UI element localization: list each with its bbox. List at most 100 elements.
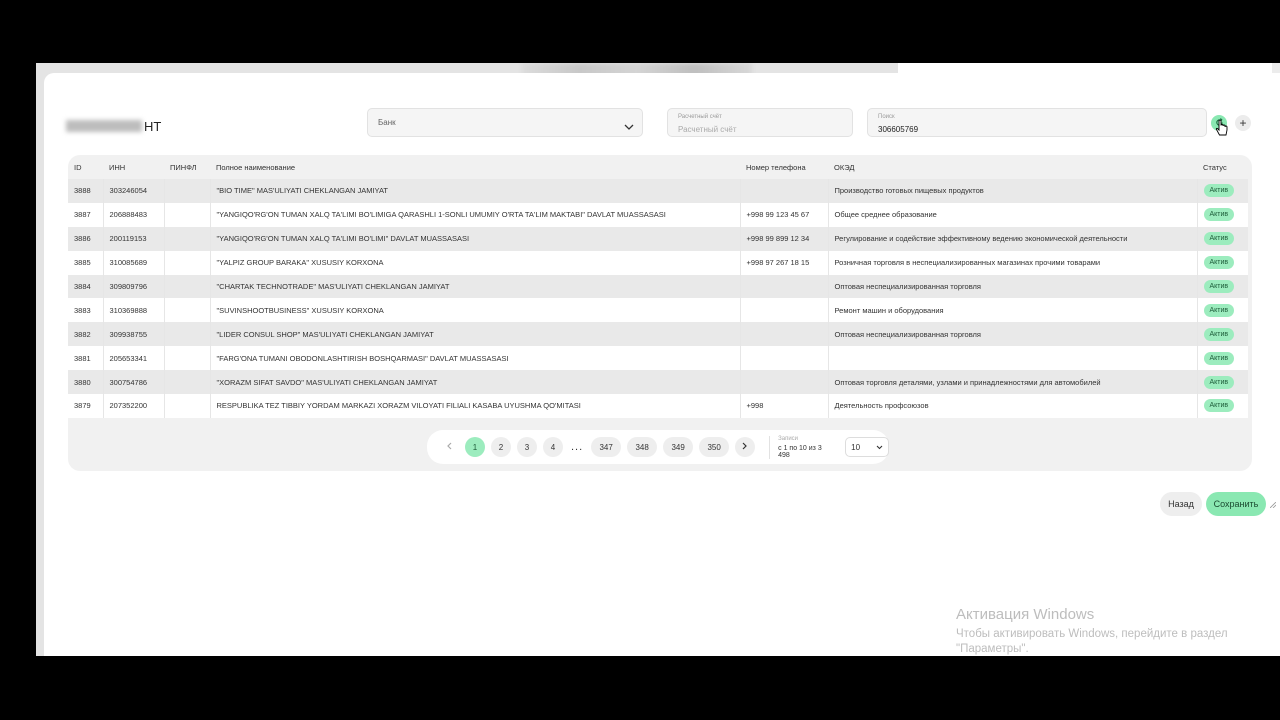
search-input[interactable]: Поиск 306605769 (867, 108, 1207, 137)
cell-inn: 310085689 (102, 250, 164, 275)
page-content: НТ Банк Расчетный счёт Расчетный счёт По… (44, 73, 1280, 656)
cell-phone: +998 (739, 394, 828, 418)
table-row[interactable]: 3879 207352200 RESPUBLIKA TEZ TIBBIY YORDA… (68, 394, 1248, 418)
page-button[interactable]: 348 (627, 437, 658, 457)
cell-pinfl (163, 322, 210, 347)
column-header-name[interactable]: Полное наименование (210, 155, 740, 179)
cell-status: Актив (1196, 274, 1248, 299)
page-button[interactable]: 2 (490, 437, 511, 457)
bank-select[interactable]: Банк (367, 108, 643, 137)
status-badge: Актив (1203, 280, 1235, 293)
cell-oked: Ремонт машин и оборудования (827, 298, 1197, 323)
cell-phone: +998 97 267 18 15 (739, 250, 828, 275)
cell-pinfl (163, 226, 210, 251)
cell-name: RESPUBLIKA TEZ TIBBIY YORDAM MARKAZI XOR… (209, 394, 740, 418)
page-button[interactable]: 350 (699, 437, 730, 457)
cell-oked: Оптовая торговля деталями, узлами и прин… (827, 370, 1197, 395)
cell-pinfl (163, 179, 210, 203)
page-button[interactable]: 1 (464, 437, 485, 457)
cell-phone: +998 99 123 45 67 (739, 202, 828, 227)
plus-icon: + (1239, 116, 1247, 130)
cell-status: Актив (1196, 346, 1248, 371)
bank-select-placeholder: Банк (378, 118, 396, 127)
cell-pinfl (163, 298, 210, 323)
cell-inn: 206888483 (102, 202, 164, 227)
cell-phone: +998 99 899 12 34 (739, 226, 828, 251)
status-badge: Актив (1203, 232, 1235, 246)
cell-name: "BIO TIME" MAS'ULIYATI CHEKLANGAN JAMIYA… (209, 179, 740, 203)
column-header-id[interactable]: ID (68, 155, 103, 179)
cell-phone (739, 322, 828, 347)
companies-table: ID ИНН ПИНФЛ Полное наименование Номер т… (68, 155, 1248, 418)
cell-name: "XORAZM SIFAT SAVDO" MAS'ULIYATI CHEKLAN… (209, 370, 740, 395)
resize-handle-icon[interactable] (1269, 495, 1277, 513)
cell-phone (739, 274, 828, 299)
page-button[interactable]: 347 (591, 437, 622, 457)
cell-name: "YANGIQO'RG'ON TUMAN XALQ TA'LIMI BO'LIM… (209, 226, 740, 251)
table-row[interactable]: 3886 200119153 "YANGIQO'RG'ON TUMAN XALQ T… (68, 226, 1248, 251)
cell-id: 3882 (68, 322, 103, 347)
status-badge: Актив (1203, 375, 1235, 389)
table-row[interactable]: 3883 310369888 "SUVINSHOOTBUSINESS" XUSUSI… (68, 298, 1248, 323)
status-badge: Актив (1203, 399, 1235, 413)
page-title-suffix: НТ (144, 118, 162, 134)
cell-oked: Оптовая неспециализированная торговля (827, 274, 1197, 299)
account-input[interactable]: Расчетный счёт Расчетный счёт (667, 108, 853, 137)
windows-activation-text: Чтобы активировать Windows, перейдите в … (956, 628, 1228, 655)
cell-name: "LIDER CONSUL SHOP" MAS'ULIYATI CHEKLANG… (209, 322, 740, 347)
cell-inn: 205653341 (102, 346, 164, 371)
column-header-inn[interactable]: ИНН (103, 155, 164, 179)
cell-status: Актив (1196, 202, 1248, 227)
column-header-pinfl[interactable]: ПИНФЛ (164, 155, 210, 179)
cell-inn: 207352200 (102, 394, 164, 418)
cell-inn: 310369888 (102, 298, 164, 323)
cell-name: "SUVINSHOOTBUSINESS" XUSUSIY KORXONA (209, 298, 740, 323)
status-badge: Актив (1203, 184, 1235, 198)
page-button[interactable]: 3 (516, 437, 537, 457)
search-input-label: Поиск (878, 114, 895, 120)
pagination-ellipsis: ... (570, 441, 584, 453)
table-card: ID ИНН ПИНФЛ Полное наименование Номер т… (68, 155, 1277, 509)
add-button[interactable]: + (1235, 115, 1251, 131)
column-header-status[interactable]: Статус (1197, 155, 1248, 179)
page-size-select[interactable]: 10 (845, 437, 889, 457)
status-badge: Актив (1203, 256, 1235, 270)
table-row[interactable]: 3881 205653341 "FARG'ONA TUMANI OBODONLASH… (68, 346, 1248, 371)
cell-id: 3885 (68, 250, 103, 275)
cell-status: Актив (1196, 226, 1248, 251)
cell-id: 3888 (68, 179, 103, 203)
status-badge: Актив (1203, 208, 1235, 222)
next-page-button[interactable] (735, 437, 756, 457)
save-button[interactable]: Сохранить (1206, 492, 1266, 516)
cell-id: 3887 (68, 202, 103, 227)
cell-name: "CHARTAK TECHNOTRADE" MAS'ULIYATI CHEKLA… (209, 274, 740, 299)
cell-status: Актив (1196, 394, 1248, 418)
status-badge: Актив (1203, 327, 1235, 341)
cell-oked: Розничная торговля в неспециализированны… (827, 250, 1197, 275)
table-header-row: ID ИНН ПИНФЛ Полное наименование Номер т… (68, 155, 1248, 179)
column-header-phone[interactable]: Номер телефона (740, 155, 828, 179)
cell-phone (739, 370, 828, 395)
table-row[interactable]: 3888 303246054 "BIO TIME" MAS'ULIYATI CHEK… (68, 179, 1248, 203)
table-row[interactable]: 3880 300754786 "XORAZM SIFAT SAVDO" MAS'UL… (68, 370, 1248, 395)
cell-oked (827, 346, 1197, 371)
records-info: Записи с 1 по 10 из 3 498 (769, 435, 835, 459)
cell-status: Актив (1196, 298, 1248, 323)
cell-inn: 200119153 (102, 226, 164, 251)
table-row[interactable]: 3882 309938755 "LIDER CONSUL SHOP" MAS'ULI… (68, 322, 1248, 347)
cell-pinfl (163, 370, 210, 395)
table-row[interactable]: 3884 309809796 "CHARTAK TECHNOTRADE" MAS'U… (68, 274, 1248, 299)
column-header-oked[interactable]: ОКЭД (828, 155, 1197, 179)
prev-page-button[interactable] (439, 437, 459, 457)
cell-inn: 309938755 (102, 322, 164, 347)
account-input-placeholder: Расчетный счёт (678, 125, 737, 134)
app-window: НТ Банк Расчетный счёт Расчетный счёт По… (36, 63, 1280, 656)
page-title: НТ (66, 117, 161, 135)
table-row[interactable]: 3885 310085689 "YALPIZ GROUP BARAKA" XUSUS… (68, 250, 1248, 275)
records-label: Записи (778, 435, 799, 442)
cell-phone (739, 346, 828, 371)
back-button[interactable]: Назад (1160, 492, 1202, 516)
page-button[interactable]: 349 (663, 437, 694, 457)
page-button[interactable]: 4 (542, 437, 563, 457)
table-row[interactable]: 3887 206888483 "YANGIQO'RG'ON TUMAN XALQ T… (68, 202, 1248, 227)
